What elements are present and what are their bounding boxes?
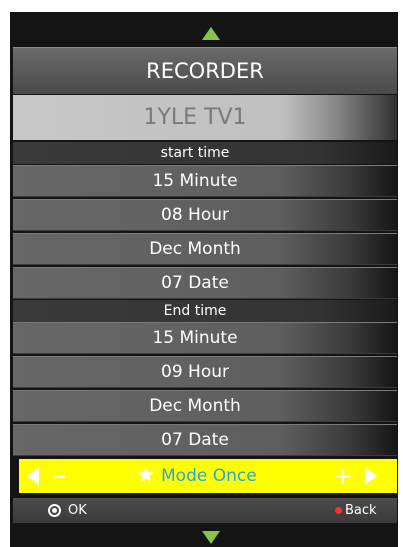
channel-name: 1YLE TV1 <box>143 105 247 130</box>
footer-bar: OK Back <box>13 498 397 523</box>
scroll-up-icon[interactable] <box>202 27 220 40</box>
start-hour-value: 08 Hour <box>161 205 229 225</box>
end-month-field[interactable]: Dec Month <box>13 390 397 422</box>
end-month-value: Dec Month <box>149 396 241 416</box>
mode-value: Mode Once <box>161 466 257 486</box>
end-hour-field[interactable]: 09 Hour <box>13 356 397 388</box>
mode-selector[interactable]: ★ Mode Once + <box>19 459 397 493</box>
plus-icon[interactable]: + <box>333 463 353 489</box>
page-title-text: RECORDER <box>146 59 264 83</box>
scroll-down-icon[interactable] <box>202 531 220 544</box>
end-minute-value: 15 Minute <box>152 328 238 348</box>
ok-button-icon <box>48 504 61 517</box>
start-month-field[interactable]: Dec Month <box>13 233 397 265</box>
arrow-left-icon[interactable] <box>27 467 39 485</box>
end-time-label-text: End time <box>163 303 227 319</box>
start-month-value: Dec Month <box>149 239 241 259</box>
end-date-field[interactable]: 07 Date <box>13 424 397 456</box>
red-button-icon <box>335 507 342 514</box>
ok-hint[interactable]: OK <box>68 498 87 523</box>
end-hour-value: 09 Hour <box>161 362 229 382</box>
channel-selector[interactable]: 1YLE TV1 <box>13 95 397 140</box>
start-hour-field[interactable]: 08 Hour <box>13 199 397 231</box>
end-date-value: 07 Date <box>161 430 229 450</box>
star-icon: ★ <box>136 463 156 488</box>
start-minute-value: 15 Minute <box>152 171 238 191</box>
page-title: RECORDER <box>13 47 397 94</box>
end-time-label: End time <box>13 300 397 322</box>
start-minute-field[interactable]: 15 Minute <box>13 165 397 197</box>
start-date-field[interactable]: 07 Date <box>13 267 397 299</box>
minus-icon[interactable] <box>53 475 65 478</box>
end-minute-field[interactable]: 15 Minute <box>13 322 397 354</box>
back-hint[interactable]: Back <box>345 498 377 523</box>
start-time-label: start time <box>13 142 397 164</box>
start-time-label-text: start time <box>160 145 230 161</box>
start-date-value: 07 Date <box>161 273 229 293</box>
arrow-right-icon[interactable] <box>365 467 377 485</box>
